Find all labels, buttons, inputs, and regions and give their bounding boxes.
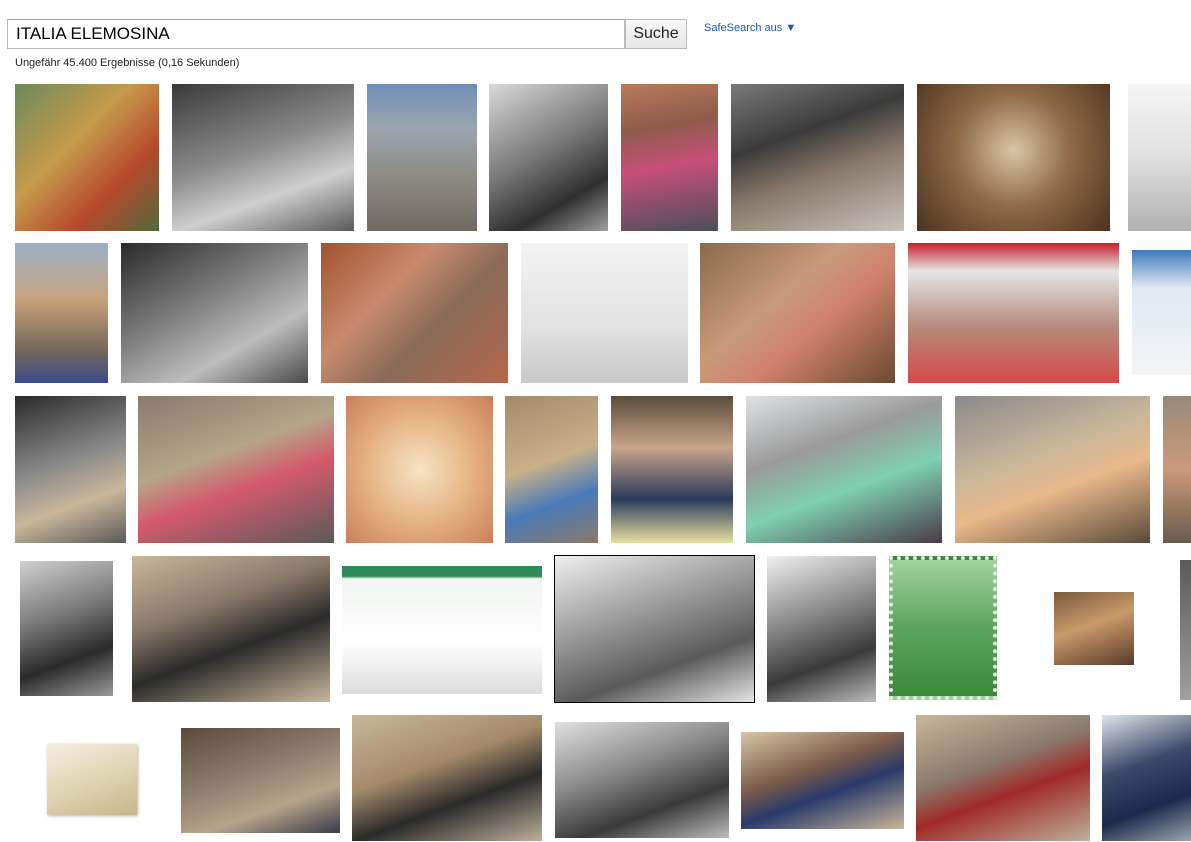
image-result[interactable]	[505, 396, 598, 543]
image-result[interactable]	[489, 84, 608, 231]
image-result[interactable]	[181, 728, 340, 833]
image-result[interactable]	[15, 396, 126, 543]
image-result[interactable]	[521, 243, 688, 383]
image-result[interactable]	[955, 396, 1150, 543]
image-result[interactable]	[172, 84, 354, 231]
image-result[interactable]	[746, 396, 942, 543]
image-result[interactable]	[47, 744, 137, 815]
image-result[interactable]	[917, 84, 1110, 231]
image-result[interactable]	[138, 396, 334, 543]
safesearch-label: SafeSearch aus	[704, 22, 783, 34]
image-result[interactable]	[741, 732, 904, 829]
search-box	[7, 19, 625, 49]
image-result[interactable]	[731, 84, 904, 231]
safesearch-toggle[interactable]: SafeSearch aus ▼	[704, 22, 796, 34]
image-result[interactable]	[1163, 396, 1191, 543]
search-input[interactable]	[8, 20, 624, 48]
image-result[interactable]	[342, 566, 542, 694]
image-result[interactable]	[554, 555, 755, 703]
image-result[interactable]	[121, 243, 308, 383]
image-result[interactable]	[15, 84, 159, 231]
image-result[interactable]	[767, 556, 876, 702]
image-result[interactable]	[352, 715, 542, 841]
image-result[interactable]	[15, 243, 108, 383]
result-stats: Ungefähr 45.400 Ergebnisse (0,16 Sekunde…	[15, 57, 240, 69]
image-result[interactable]	[1054, 592, 1134, 665]
image-result[interactable]	[1102, 715, 1191, 841]
image-result[interactable]	[889, 556, 997, 700]
image-result[interactable]	[367, 84, 477, 231]
image-result[interactable]	[321, 243, 508, 383]
chevron-down-icon: ▼	[785, 22, 797, 34]
image-result[interactable]	[132, 556, 330, 702]
image-result[interactable]	[916, 715, 1090, 841]
image-result[interactable]	[555, 722, 729, 838]
image-result[interactable]	[908, 243, 1119, 383]
image-result[interactable]	[1128, 84, 1191, 231]
image-result[interactable]	[20, 561, 113, 696]
image-result[interactable]	[700, 243, 895, 383]
search-button[interactable]: Suche	[625, 19, 687, 49]
image-result[interactable]	[1132, 250, 1191, 375]
image-result[interactable]	[1180, 560, 1191, 700]
image-result[interactable]	[346, 396, 493, 543]
image-result[interactable]	[621, 84, 718, 231]
image-result[interactable]	[611, 396, 733, 543]
